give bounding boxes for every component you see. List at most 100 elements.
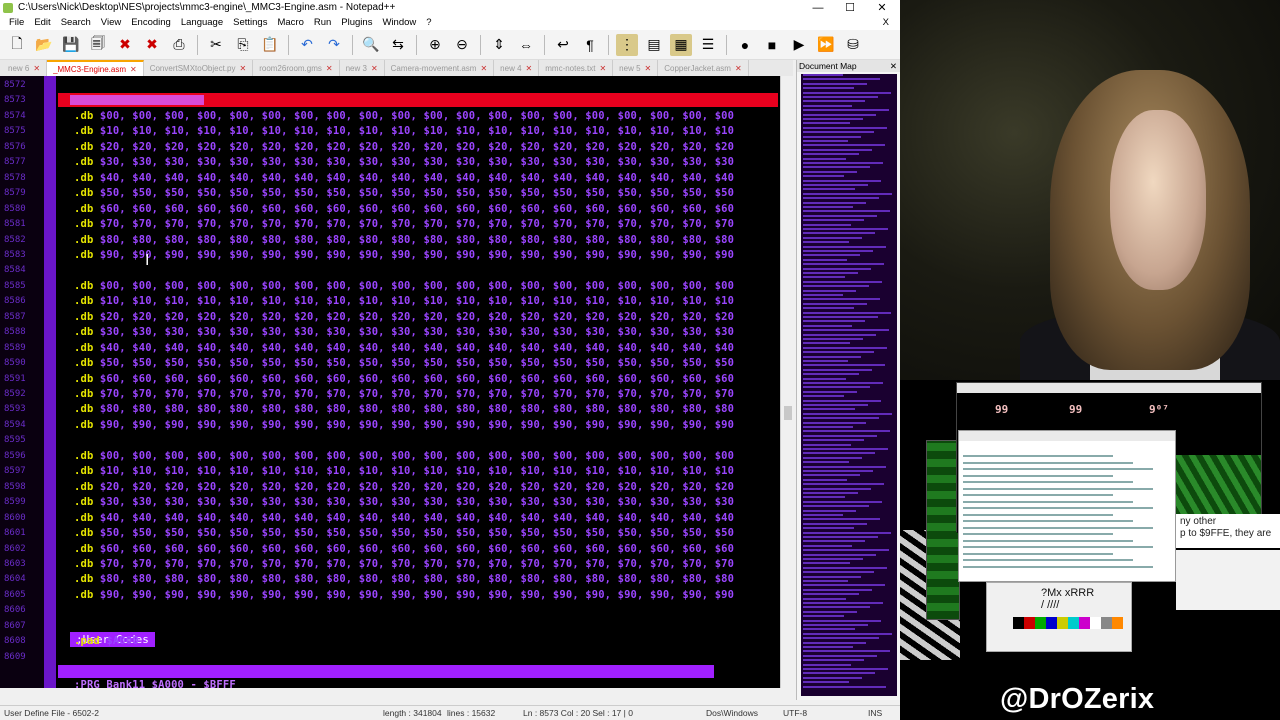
tab-6[interactable]: new 4 ✕ — [494, 60, 540, 76]
menu-run[interactable]: Run — [309, 16, 336, 30]
minimap-line — [803, 104, 852, 107]
minimap-line — [803, 74, 843, 76]
new-file-icon[interactable]: 🗋 — [6, 34, 28, 56]
zoom-in-icon[interactable]: ⊕ — [424, 34, 446, 56]
save-all-icon[interactable]: 🗐 — [87, 34, 109, 56]
menu-plugins[interactable]: Plugins — [336, 16, 377, 30]
tab-close-icon[interactable]: ✕ — [480, 61, 487, 76]
tab-close-icon[interactable]: ✕ — [599, 61, 606, 76]
close-button[interactable]: ✕ — [865, 0, 899, 16]
tab-5[interactable]: Camera-movement.asm ✕ — [385, 60, 495, 76]
menu-macro[interactable]: Macro — [272, 16, 308, 30]
tab-3[interactable]: room26room.gms ✕ — [253, 60, 340, 76]
print-icon[interactable]: ⎙ — [168, 34, 190, 56]
doc-map-icon[interactable]: ▦ — [670, 33, 692, 56]
code-line: .db $00, $00, $00, $00, $00, $00, $00, $… — [74, 279, 735, 292]
indent-guide-icon[interactable]: ⋮ — [616, 33, 638, 56]
udl-icon[interactable]: ▤ — [643, 34, 665, 56]
minimap-line — [803, 201, 866, 204]
paste-icon[interactable]: 📋 — [259, 34, 281, 56]
redo-icon[interactable]: ↷ — [323, 34, 345, 56]
menu-encoding[interactable]: Encoding — [126, 16, 176, 30]
tab-close-icon[interactable]: ✕ — [326, 61, 333, 76]
minimap-line — [803, 96, 878, 98]
play-macro-icon[interactable]: ▶ — [788, 34, 810, 56]
tab-close-icon[interactable]: ✕ — [371, 61, 378, 76]
save-macro-icon[interactable]: ⛁ — [842, 34, 864, 56]
status-eol: Dos\Windows — [706, 708, 758, 718]
sync-horizontal-icon[interactable]: ⇔ — [515, 34, 537, 56]
minimap-line — [803, 602, 883, 604]
close-icon[interactable]: ✖ — [114, 34, 136, 56]
vertical-scrollbar[interactable] — [780, 76, 794, 688]
close-all-icon[interactable]: ✖ — [141, 34, 163, 56]
minimap-line — [803, 395, 844, 398]
tab-close-icon[interactable]: ✕ — [645, 61, 652, 76]
tab-2[interactable]: ConvertSMXtoObject.py ✕ — [144, 60, 254, 76]
menu-bar: File Edit Search View Encoding Language … — [0, 16, 900, 30]
cut-icon[interactable]: ✂ — [205, 34, 227, 56]
word-wrap-icon[interactable]: ↩ — [552, 34, 574, 56]
menu-search[interactable]: Search — [56, 16, 96, 30]
menu-file[interactable]: File — [4, 16, 29, 30]
open-file-icon[interactable]: 📂 — [33, 34, 55, 56]
minimap-line — [803, 496, 845, 499]
status-insert-mode: INS — [868, 708, 883, 718]
function-list-icon[interactable]: ☰ — [697, 34, 719, 56]
sync-vertical-icon[interactable]: ⇕ — [488, 34, 510, 56]
minimap-line — [803, 544, 852, 547]
tab-close-icon[interactable]: ✕ — [526, 61, 533, 76]
tab-label: new 6 — [8, 63, 30, 73]
document-map-close-icon[interactable]: ✕ — [890, 60, 897, 72]
notepad-popup-window — [958, 430, 1176, 582]
menu-view[interactable]: View — [96, 16, 126, 30]
menu-help[interactable]: ? — [421, 16, 436, 30]
menu-language[interactable]: Language — [176, 16, 228, 30]
code-line: .db $30, $30, $30, $30, $30, $30, $30, $… — [74, 156, 735, 169]
tab-0[interactable]: new 6 ✕ — [2, 60, 48, 76]
show-all-chars-icon[interactable]: ¶ — [579, 34, 601, 56]
tab-close-icon[interactable]: ✕ — [735, 61, 742, 76]
close-document-button[interactable]: X — [878, 16, 894, 30]
code-editor[interactable]: 8572 8573 8574 8575 8576 8577 8578 8579 8580 8581… — [0, 76, 780, 688]
fold-margin[interactable] — [44, 76, 56, 688]
minimap-line — [803, 157, 846, 160]
zoom-out-icon[interactable]: ⊖ — [451, 34, 473, 56]
status-bar: User Define File - 6502-2 length : 34180… — [0, 705, 900, 720]
copy-icon[interactable]: ⎘ — [232, 34, 254, 56]
minimap-line — [803, 148, 872, 151]
minimap-line — [803, 584, 885, 587]
run-macro-multiple-icon[interactable]: ⏩ — [815, 34, 837, 56]
menu-edit[interactable]: Edit — [29, 16, 55, 30]
save-icon[interactable]: 💾 — [60, 34, 82, 56]
minimap-line — [803, 628, 855, 631]
color-palette[interactable] — [1013, 617, 1123, 629]
tab-7[interactable]: mmc-notes.txt ✕ — [539, 60, 614, 76]
code-line: .db $60, $60, $60, $60, $60, $60, $60, $… — [74, 542, 735, 555]
maximize-button[interactable]: ☐ — [833, 0, 867, 16]
stop-record-icon[interactable]: ■ — [761, 34, 783, 56]
undo-icon[interactable]: ↶ — [296, 34, 318, 56]
record-macro-icon[interactable]: ● — [734, 34, 756, 56]
tab-close-icon[interactable]: ✕ — [33, 61, 40, 76]
minimap-line — [803, 219, 864, 222]
menu-settings[interactable]: Settings — [228, 16, 272, 30]
minimap-line — [803, 214, 877, 217]
tab-9[interactable]: CopperJacket.asm ✕ — [658, 60, 749, 76]
replace-icon[interactable]: ⇆ — [387, 34, 409, 56]
minimap-line — [803, 377, 846, 380]
find-icon[interactable]: 🔍 — [360, 34, 382, 56]
tab-4[interactable]: new 3 ✕ — [340, 60, 385, 76]
menu-window[interactable]: Window — [377, 16, 421, 30]
minimap-line — [803, 518, 880, 521]
notes-panel-lower — [1176, 550, 1280, 610]
tab-8[interactable]: new 5 ✕ — [613, 60, 659, 76]
tab-1[interactable]: _MMC3-Engine.asm ✕ — [47, 60, 144, 76]
popup-text-line — [963, 500, 1133, 503]
hud-score-2: 99 — [1069, 403, 1083, 416]
minimize-button[interactable]: — — [801, 0, 835, 16]
tab-close-icon[interactable]: ✕ — [240, 61, 247, 76]
document-map-preview[interactable] — [801, 74, 897, 696]
scroll-thumb[interactable] — [784, 406, 792, 420]
tab-close-icon[interactable]: ✕ — [130, 62, 137, 77]
